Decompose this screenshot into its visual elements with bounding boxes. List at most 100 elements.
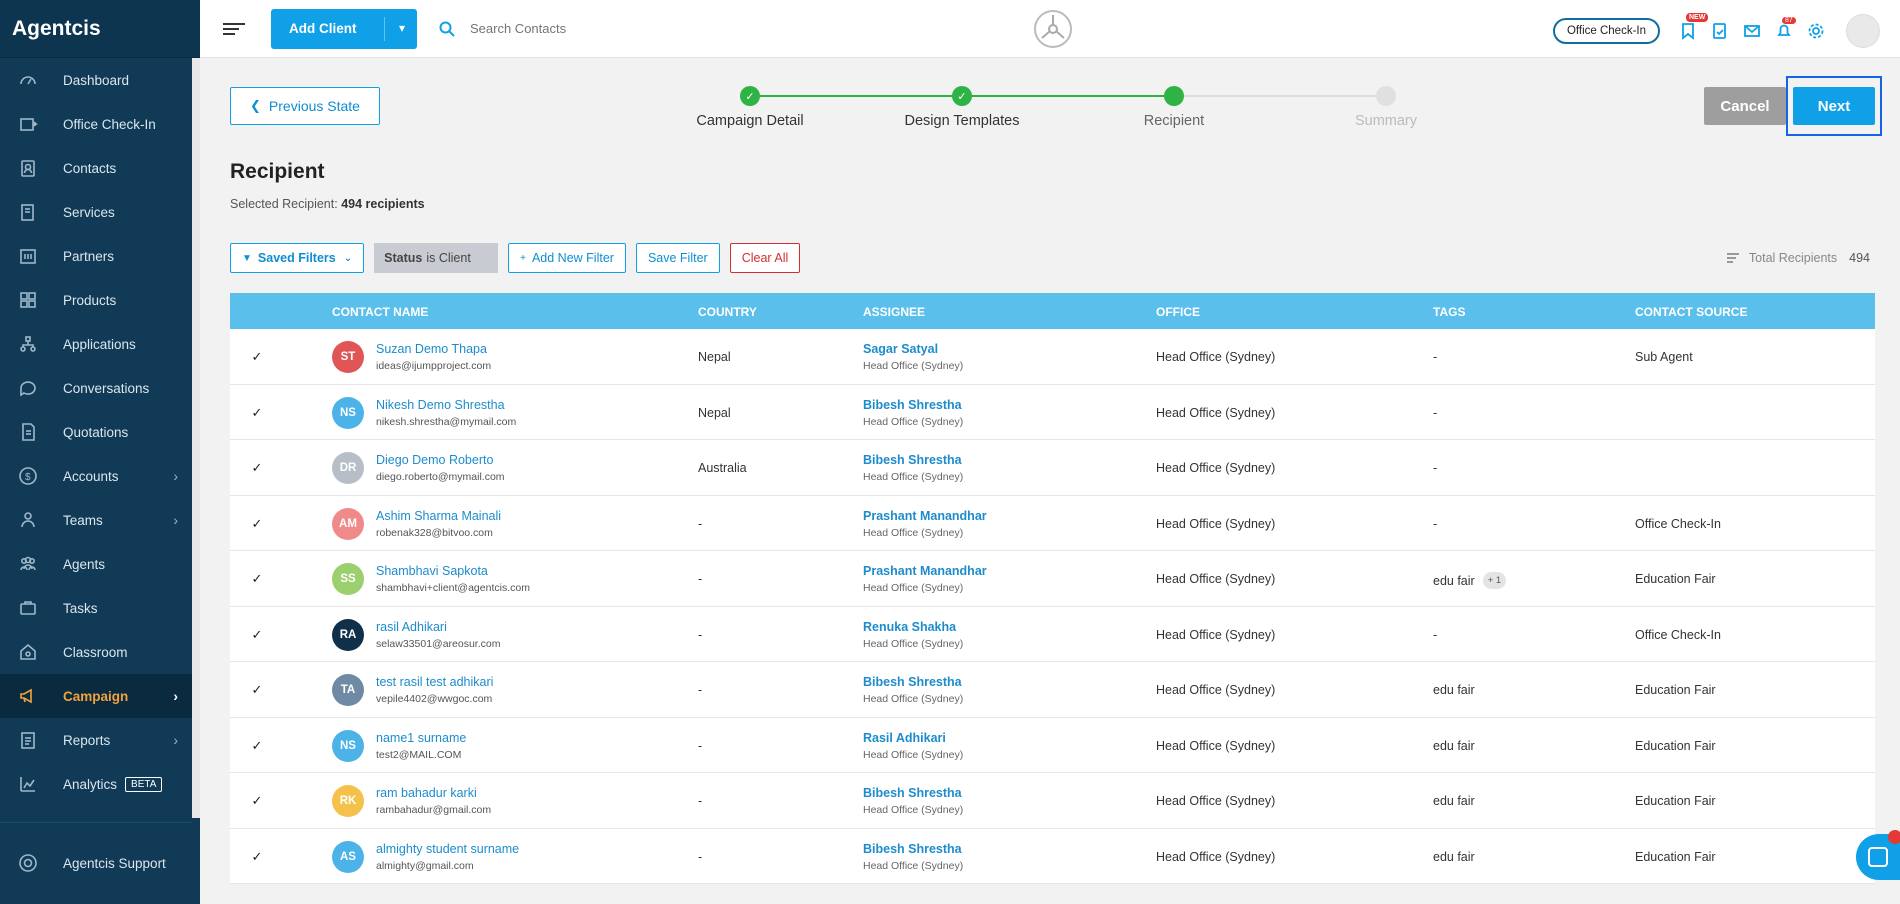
column-header[interactable]: OFFICE [1156,305,1200,319]
sidebar-item-accounts[interactable]: $ Accounts › [0,454,200,498]
contact-name-link[interactable]: ram bahadur karki [376,786,477,800]
contact-name-link[interactable]: name1 surname [376,731,466,745]
sidebar-item-dashboard[interactable]: Dashboard [0,58,200,102]
contact-name-link[interactable]: almighty student surname [376,842,519,856]
row-checkbox[interactable]: ✓ [250,793,264,808]
contact-name-link[interactable]: rasil Adhikari [376,620,447,634]
status-filter-chip[interactable]: Status is Client [374,243,499,273]
clear-all-button[interactable]: Clear All [729,243,801,273]
gear-icon[interactable] [1806,21,1826,41]
menu-icon[interactable] [223,20,245,38]
contact-name-link[interactable]: Shambhavi Sapkota [376,564,488,578]
sidebar-scrollbar[interactable] [192,58,200,818]
sidebar-item-tasks[interactable]: Tasks [0,586,200,630]
contact-email: almighty@gmail.com [376,859,474,872]
sidebar-item-conversations[interactable]: Conversations [0,366,200,410]
sidebar-item-products[interactable]: Products [0,278,200,322]
sidebar-item-label: Conversations [63,380,150,396]
user-avatar[interactable] [1846,14,1880,48]
add-new-filter-button[interactable]: + Add New Filter [508,243,626,273]
assignee-link[interactable]: Sagar Satyal [863,342,938,356]
assignee-link[interactable]: Rasil Adhikari [863,731,946,745]
next-button[interactable]: Next [1793,87,1875,125]
country-cell: Australia [698,461,747,475]
bell-icon[interactable]: 87 [1774,17,1796,41]
step-recipient[interactable]: Recipient [1104,86,1244,129]
sidebar-item-contacts[interactable]: Contacts [0,146,200,190]
bookmark-icon[interactable]: NEW [1678,13,1709,41]
assignee-link[interactable]: Renuka Shakha [863,620,956,634]
chevron-down-icon[interactable]: ▾ [399,21,405,35]
sidebar-item-label: Tasks [63,600,98,616]
contact-avatar: AM [332,507,364,540]
brand-logo[interactable]: Agentcis [0,0,200,58]
table-row[interactable]: ✓ AS almighty student surname almighty@gmai… [230,829,1875,884]
assignee-link[interactable]: Bibesh Shrestha [863,398,962,412]
assignee-link[interactable]: Bibesh Shrestha [863,675,962,689]
column-header[interactable]: TAGS [1433,305,1465,319]
contact-name-link[interactable]: Nikesh Demo Shrestha [376,398,505,412]
assignee-link[interactable]: Bibesh Shrestha [863,453,962,467]
column-header[interactable]: ASSIGNEE [863,305,925,319]
sidebar-item-reports[interactable]: Reports › [0,718,200,762]
tags-cell: - [1433,628,1437,642]
tags-cell: edu fair [1433,683,1475,697]
total-recipients: Total Recipients 494 [1726,251,1870,265]
row-checkbox[interactable]: ✓ [250,682,264,697]
column-header[interactable]: COUNTRY [698,305,757,319]
wizard-stepper: ✓ Campaign Detail ✓ Design Templates Rec… [670,86,1450,129]
table-row[interactable]: ✓ TA test rasil test adhikari vepile4402@ww… [230,662,1875,718]
mail-icon[interactable] [1742,21,1762,41]
table-row[interactable]: ✓ AM Ashim Sharma Mainali robenak328@bitvoo… [230,496,1875,551]
sidebar-item-campaign[interactable]: Campaign › [0,674,200,718]
row-checkbox[interactable]: ✓ [250,849,264,864]
column-header[interactable]: CONTACT SOURCE [1635,305,1747,319]
table-row[interactable]: ✓ RK ram bahadur karki rambahadur@gmail.com… [230,773,1875,829]
sidebar-item-applications[interactable]: Applications [0,322,200,366]
row-checkbox[interactable]: ✓ [250,405,264,420]
step-design-templates[interactable]: ✓ Design Templates [892,86,1032,129]
table-row[interactable]: ✓ NS name1 surname test2@MAIL.COM - Rasil Adh… [230,718,1875,773]
sidebar-item-support[interactable]: Agentcis Support [0,841,192,885]
contact-name-link[interactable]: Suzan Demo Thapa [376,342,487,356]
sidebar-item-partners[interactable]: Partners [0,234,200,278]
row-checkbox[interactable]: ✓ [250,516,264,531]
add-client-button[interactable]: Add Client ▾ [271,8,417,49]
contact-name-link[interactable]: test rasil test adhikari [376,675,493,689]
office-checkin-button[interactable]: Office Check-In [1552,18,1660,44]
save-filter-button[interactable]: Save Filter [635,243,720,273]
step-summary[interactable]: Summary [1316,86,1456,129]
contact-name-link[interactable]: Ashim Sharma Mainali [376,509,501,523]
assignee-link[interactable]: Bibesh Shrestha [863,786,962,800]
step-label: Campaign Detail [696,113,804,129]
step-campaign-detail[interactable]: ✓ Campaign Detail [680,86,820,129]
sidebar-item-office-check-in[interactable]: Office Check-In [0,102,200,146]
task-check-icon[interactable] [1710,21,1730,41]
assignee-link[interactable]: Prashant Manandhar [863,564,987,578]
saved-filters-button[interactable]: ▼ Saved Filters ⌄ [230,243,365,273]
sidebar-item-analytics[interactable]: Analytics BETA [0,762,200,806]
sidebar-item-quotations[interactable]: Quotations [0,410,200,454]
row-checkbox[interactable]: ✓ [250,571,264,586]
sidebar-item-teams[interactable]: Teams › [0,498,200,542]
sidebar-item-services[interactable]: Services [0,190,200,234]
table-row[interactable]: ✓ NS Nikesh Demo Shrestha nikesh.shrestha@m… [230,385,1875,440]
row-checkbox[interactable]: ✓ [250,627,264,642]
previous-state-button[interactable]: ❮ Previous State [230,87,380,125]
sidebar-item-classroom[interactable]: Classroom [0,630,200,674]
column-header[interactable]: CONTACT NAME [332,305,428,319]
search-input[interactable] [470,21,670,36]
table-row[interactable]: ✓ DR Diego Demo Roberto diego.roberto@mymai… [230,440,1875,496]
cancel-button[interactable]: Cancel [1704,87,1786,125]
table-row[interactable]: ✓ RA rasil Adhikari selaw33501@areosur.com -… [230,607,1875,662]
row-checkbox[interactable]: ✓ [250,349,264,364]
assignee-link[interactable]: Bibesh Shrestha [863,842,962,856]
row-checkbox[interactable]: ✓ [250,460,264,475]
contact-name-link[interactable]: Diego Demo Roberto [376,453,493,467]
more-tags-badge[interactable]: + 1 [1482,572,1507,589]
sidebar-item-agents[interactable]: Agents [0,542,200,586]
assignee-link[interactable]: Prashant Manandhar [863,509,987,523]
table-row[interactable]: ✓ SS Shambhavi Sapkota shambhavi+client@age… [230,551,1875,607]
table-row[interactable]: ✓ ST Suzan Demo Thapa ideas@ijumpproject.co… [230,329,1875,385]
row-checkbox[interactable]: ✓ [250,738,264,753]
